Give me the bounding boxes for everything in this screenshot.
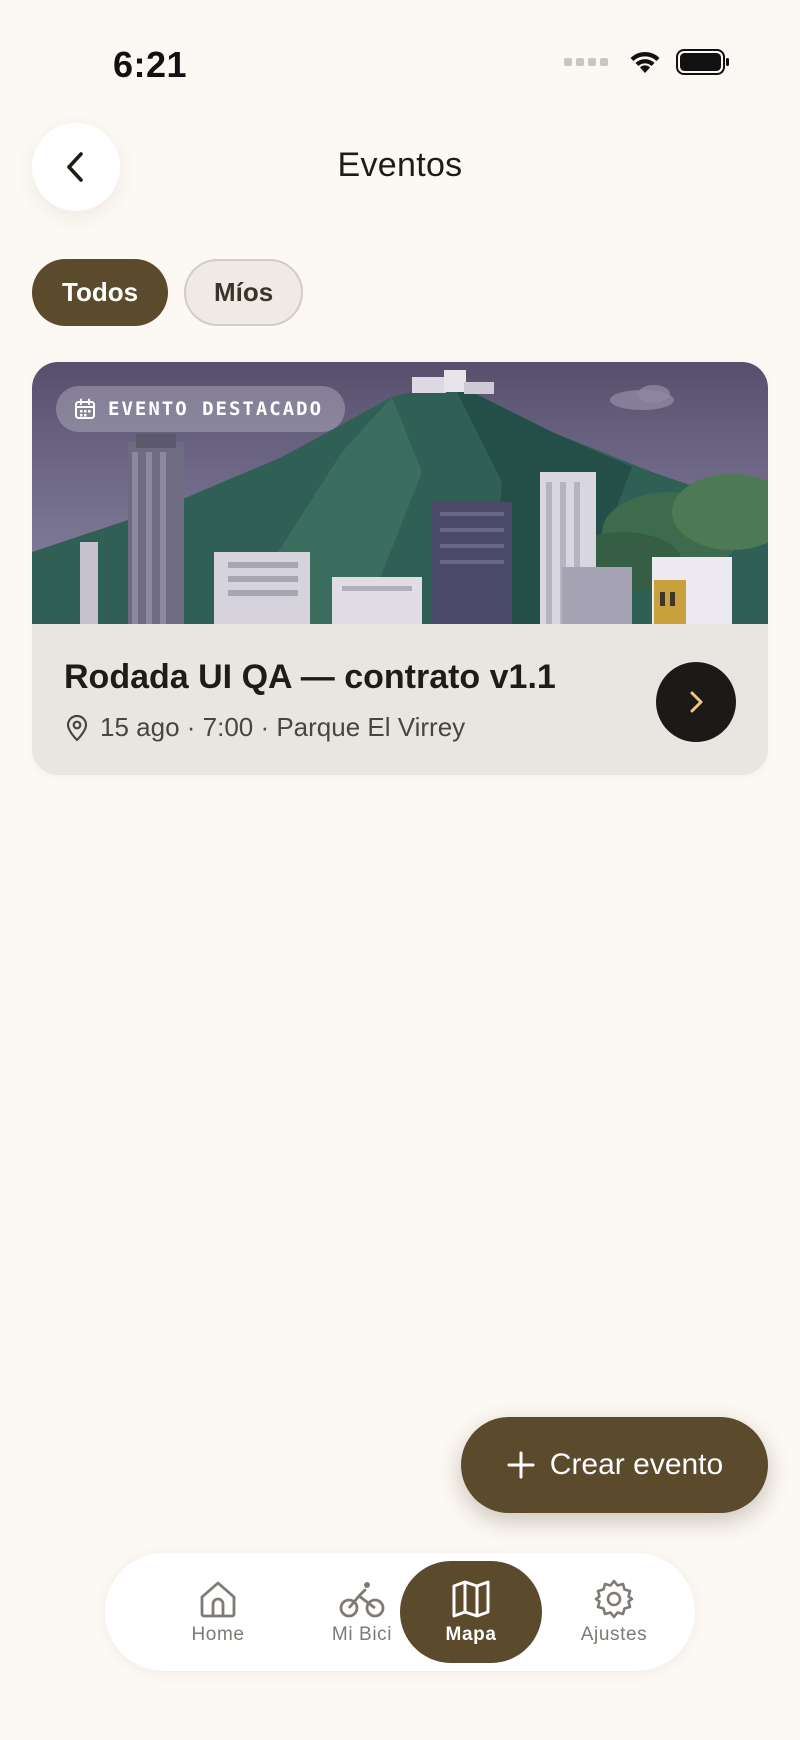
nav-label-ajustes: Ajustes — [580, 1624, 648, 1645]
filter-chips: Todos Míos — [32, 259, 304, 326]
event-title: Rodada UI QA — contrato v1.1 — [64, 658, 556, 696]
nav-label-home: Home — [191, 1624, 245, 1645]
featured-event-card[interactable]: EVENTO DESTACADO Rodada UI QA — contrato… — [32, 362, 768, 775]
nav-label-mapa: Mapa — [445, 1624, 497, 1645]
page-title: Eventos — [337, 146, 463, 184]
calendar-icon — [75, 398, 95, 419]
location-pin-icon — [66, 714, 88, 741]
event-meta: 15 ago · 7:00 · Parque El Virrey — [64, 712, 465, 743]
create-event-label: Crear evento — [549, 1448, 724, 1481]
event-card-body: Rodada UI QA — contrato v1.1 15 ago · 7:… — [32, 624, 768, 775]
wifi-icon — [630, 51, 660, 73]
nav-item-home[interactable]: Home — [147, 1561, 289, 1663]
featured-badge-label: EVENTO DESTACADO — [108, 398, 324, 420]
nav-label-mi-bici: Mi Bici — [331, 1624, 393, 1645]
featured-badge: EVENTO DESTACADO — [56, 386, 346, 432]
home-icon — [200, 1581, 236, 1618]
battery-icon — [676, 49, 729, 75]
nav-item-mapa[interactable]: Mapa — [400, 1561, 542, 1663]
filter-chip-mios[interactable]: Míos — [184, 259, 304, 326]
event-meta-text: 15 ago · 7:00 · Parque El Virrey — [100, 712, 466, 742]
status-indicators — [564, 48, 730, 76]
create-event-button[interactable]: Crear evento — [461, 1417, 768, 1513]
bicycle-icon — [339, 1582, 385, 1618]
cellular-signal-icon — [564, 58, 608, 66]
status-time: 6:21 — [113, 44, 188, 85]
gear-icon — [594, 1579, 634, 1619]
map-icon — [452, 1580, 490, 1618]
status-bar: 6:21 — [0, 0, 800, 110]
chevron-right-icon — [690, 691, 703, 713]
filter-chip-todos[interactable]: Todos — [32, 259, 169, 326]
nav-item-ajustes[interactable]: Ajustes — [543, 1561, 685, 1663]
bottom-nav: Home Mi Bici Mapa Ajustes — [105, 1553, 695, 1671]
event-open-button[interactable] — [656, 662, 736, 742]
plus-icon — [507, 1451, 535, 1479]
